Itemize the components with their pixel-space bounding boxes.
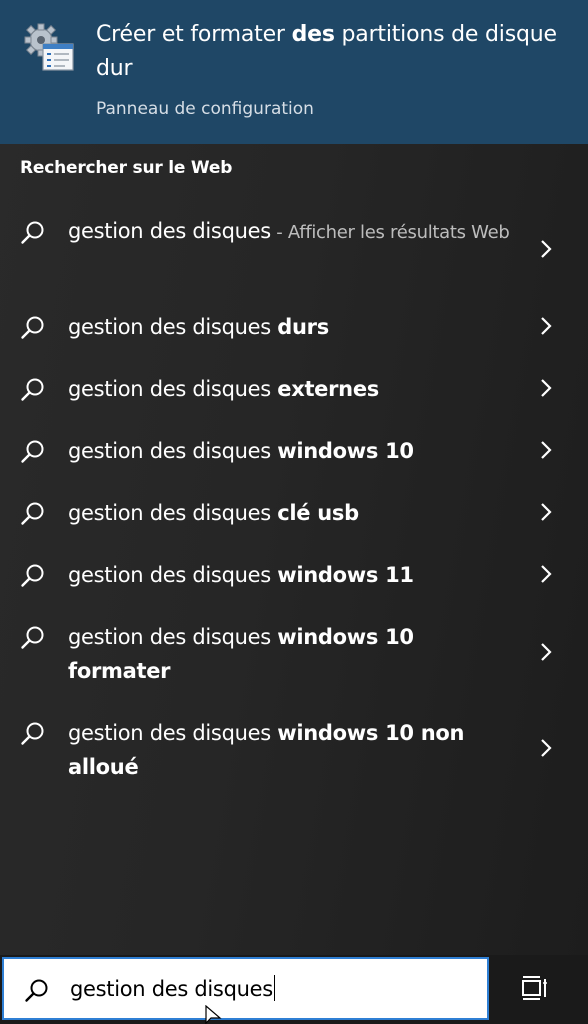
chevron-right-icon — [541, 565, 552, 583]
search-icon — [25, 979, 48, 1002]
best-match-result[interactable]: Créer et formater des partitions de disq… — [0, 0, 588, 144]
web-suggestion-item[interactable]: gestion des disques windows 11 — [0, 558, 588, 598]
task-view-icon[interactable] — [520, 973, 550, 1003]
web-suggestion-text: gestion des disques windows 10 formater — [68, 625, 414, 683]
web-suggestion-item[interactable]: gestion des disques windows 10 formater — [0, 620, 588, 692]
text-caret — [273, 975, 275, 1001]
search-icon — [21, 564, 44, 587]
search-icon — [21, 440, 44, 463]
web-suggestion-text: gestion des disques - Afficher les résul… — [68, 219, 510, 243]
web-suggestion-item[interactable]: gestion des disques windows 10 — [0, 434, 588, 474]
search-icon — [21, 502, 44, 525]
best-match-title: Créer et formater des partitions de disq… — [96, 22, 557, 81]
web-suggestion-text: gestion des disques windows 11 — [68, 563, 414, 587]
web-suggestion-item[interactable]: gestion des disques - Afficher les résul… — [0, 214, 588, 288]
web-suggestion-item[interactable]: gestion des disques externes — [0, 372, 588, 412]
search-icon — [21, 378, 44, 401]
search-icon — [21, 221, 44, 244]
chevron-right-icon — [541, 643, 552, 661]
chevron-right-icon — [541, 317, 552, 335]
mouse-cursor-icon — [205, 1005, 222, 1024]
search-icon — [21, 626, 44, 649]
search-icon — [21, 316, 44, 339]
web-suggestion-item[interactable]: gestion des disques durs — [0, 310, 588, 350]
search-input[interactable]: gestion des disques — [2, 957, 489, 1020]
chevron-right-icon — [541, 503, 552, 521]
web-suggestion-text: gestion des disques windows 10 — [68, 439, 414, 463]
web-suggestion-text: gestion des disques clé usb — [68, 501, 359, 525]
search-query-text: gestion des disques — [70, 975, 275, 1001]
search-icon — [21, 722, 44, 745]
chevron-right-icon — [541, 441, 552, 459]
web-suggestion-text: gestion des disques windows 10 non allou… — [68, 721, 465, 779]
web-suggestion-item[interactable]: gestion des disques clé usb — [0, 496, 588, 536]
disk-management-icon — [24, 23, 74, 71]
web-section-header: Rechercher sur le Web — [20, 158, 233, 178]
chevron-right-icon — [541, 240, 552, 258]
search-results-panel: Créer et formater des partitions de disq… — [0, 0, 588, 955]
web-suggestion-text: gestion des disques externes — [68, 377, 379, 401]
chevron-right-icon — [541, 379, 552, 397]
chevron-right-icon — [541, 739, 552, 757]
best-match-subtitle: Panneau de configuration — [96, 99, 314, 119]
web-suggestion-item[interactable]: gestion des disques windows 10 non allou… — [0, 716, 588, 788]
web-suggestion-text: gestion des disques durs — [68, 315, 329, 339]
